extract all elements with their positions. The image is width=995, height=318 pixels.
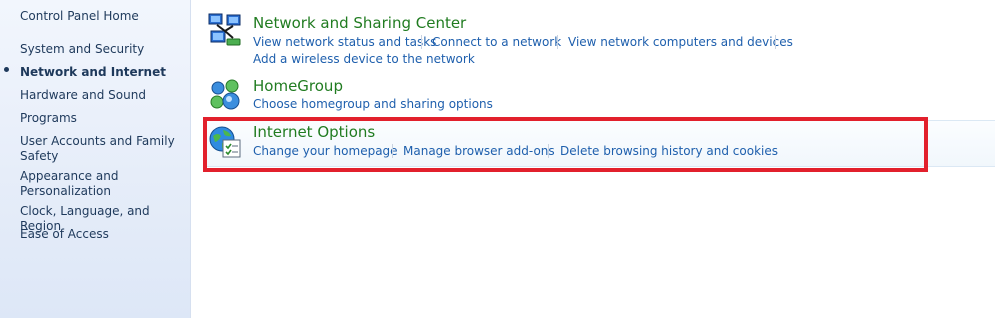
- sidebar: Control Panel Home System and Security N…: [0, 0, 191, 318]
- network-sharing-title-link[interactable]: Network and Sharing Center: [253, 14, 466, 32]
- current-category-bullet: [4, 67, 9, 72]
- sidebar-item-ease-of-access[interactable]: Ease of Access: [20, 227, 188, 242]
- main-content: Network and Sharing Center View network …: [191, 0, 995, 318]
- sidebar-item-programs[interactable]: Programs: [20, 111, 188, 126]
- red-highlight-box: [203, 117, 928, 172]
- link-separator: [775, 35, 776, 49]
- sidebar-item-network-and-internet[interactable]: Network and Internet: [20, 65, 188, 80]
- sidebar-item-system-and-security[interactable]: System and Security: [20, 42, 188, 57]
- sidebar-item-hardware-and-sound[interactable]: Hardware and Sound: [20, 88, 188, 103]
- sidebar-item-user-accounts[interactable]: User Accounts and Family Safety: [20, 134, 188, 164]
- network-sharing-center-icon[interactable]: [207, 12, 243, 48]
- connect-to-network-link[interactable]: Connect to a network: [432, 35, 561, 49]
- link-separator: [557, 35, 558, 49]
- link-separator: [421, 35, 422, 49]
- view-network-status-link[interactable]: View network status and tasks: [253, 35, 436, 49]
- homegroup-title-link[interactable]: HomeGroup: [253, 77, 343, 95]
- homegroup-icon[interactable]: [207, 76, 243, 112]
- add-wireless-device-link[interactable]: Add a wireless device to the network: [253, 52, 475, 66]
- view-network-computers-link[interactable]: View network computers and devices: [568, 35, 793, 49]
- sidebar-control-panel-home[interactable]: Control Panel Home: [20, 9, 188, 24]
- choose-homegroup-options-link[interactable]: Choose homegroup and sharing options: [253, 97, 493, 111]
- sidebar-item-appearance[interactable]: Appearance and Personalization: [20, 169, 188, 199]
